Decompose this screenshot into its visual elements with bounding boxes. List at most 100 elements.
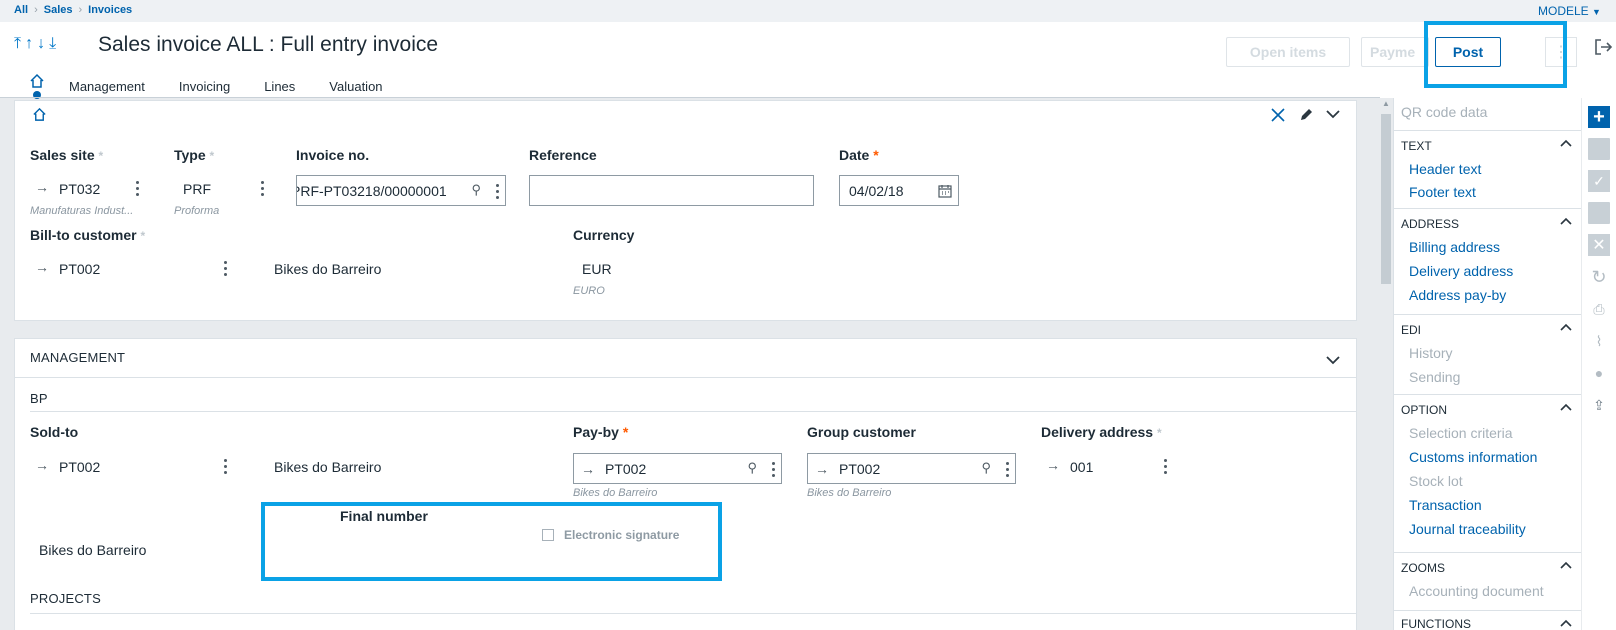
sold-to-menu-icon[interactable] — [223, 459, 227, 475]
previous-record-icon[interactable]: ↑ — [25, 35, 33, 53]
cancel-close-icon[interactable]: ✕ — [1588, 234, 1610, 256]
delivery-address-value[interactable]: 001 — [1070, 459, 1093, 475]
group-customer-label: Group customer — [807, 424, 916, 440]
more-actions-button[interactable]: ⋮ — [1545, 37, 1577, 67]
calendar-icon[interactable] — [938, 184, 952, 198]
top-bar: All › Sales › Invoices MODELE ▼ — [0, 0, 1616, 22]
arrow-right-icon: → — [35, 179, 49, 195]
tab-invoicing[interactable]: Invoicing — [179, 79, 230, 94]
post-button[interactable]: Post — [1435, 37, 1501, 67]
search-icon[interactable]: ⚲ — [747, 460, 757, 476]
chevron-up-icon[interactable] — [1560, 216, 1572, 226]
breadcrumb-sales[interactable]: Sales — [44, 4, 73, 16]
open-items-button[interactable]: Open items — [1226, 37, 1350, 67]
invoice-no-value: PRF-PT03218/00000001 — [296, 182, 447, 199]
link-transaction[interactable]: Transaction — [1409, 497, 1482, 513]
payment-button[interactable]: Payme — [1361, 37, 1429, 67]
type-label: Type * — [174, 147, 215, 163]
breadcrumb-separator-icon: › — [34, 4, 38, 16]
group-customer-field[interactable]: → PT002 ⚲ — [807, 453, 1016, 484]
invoice-no-field[interactable]: PRF-PT03218/00000001 ⚲ — [296, 175, 506, 206]
panel-section-text: TEXT Header text Footer text — [1394, 130, 1581, 208]
sales-site-menu-icon[interactable] — [135, 181, 139, 197]
breadcrumb-invoices[interactable]: Invoices — [88, 4, 132, 16]
electronic-signature-checkbox[interactable] — [542, 529, 554, 541]
group-customer-menu-icon[interactable] — [1005, 462, 1009, 478]
link-history: History — [1409, 345, 1453, 361]
qr-code-data-field[interactable]: QR code data — [1401, 104, 1487, 120]
bill-to-menu-icon[interactable] — [223, 261, 227, 277]
collapse-chevron-icon[interactable] — [1326, 109, 1340, 119]
arrow-right-icon: → — [581, 460, 595, 477]
refresh-icon[interactable]: ↻ — [1588, 266, 1610, 288]
scroll-up-icon[interactable]: ▲ — [1382, 99, 1390, 108]
chevron-up-icon[interactable] — [1560, 560, 1572, 570]
management-card: MANAGEMENT BP Sold-to → PT002 Bikes do B… — [14, 338, 1357, 630]
section-divider — [15, 377, 1356, 378]
link-footer-text[interactable]: Footer text — [1409, 184, 1476, 200]
tools-icon[interactable] — [1270, 107, 1286, 123]
link-header-text[interactable]: Header text — [1409, 161, 1481, 177]
last-record-icon[interactable]: ⤓ — [49, 35, 56, 53]
breadcrumb: All › Sales › Invoices — [14, 4, 132, 16]
next-record-icon[interactable]: ↓ — [37, 35, 45, 53]
type-value[interactable]: PRF — [183, 181, 211, 197]
invoice-no-menu-icon[interactable] — [495, 184, 499, 200]
folder-selector[interactable]: MODELE ▼ — [1538, 4, 1601, 18]
reference-label: Reference — [529, 147, 597, 163]
comment-icon[interactable]: ● — [1588, 362, 1610, 384]
chevron-up-icon[interactable] — [1560, 402, 1572, 412]
edit-pencil-icon[interactable] — [1298, 107, 1314, 123]
collapse-chevron-icon[interactable] — [1326, 355, 1340, 365]
invoice-header-card: Sales site * → PT032 Manufaturas Indust.… — [14, 100, 1357, 321]
search-icon[interactable]: ⚲ — [981, 460, 991, 476]
attachment-icon[interactable]: ⌇ — [1588, 330, 1610, 352]
link-delivery-address[interactable]: Delivery address — [1409, 263, 1513, 279]
save-icon[interactable] — [1588, 138, 1610, 160]
date-value: 04/02/18 — [849, 182, 904, 199]
share-export-icon[interactable]: ⇪ — [1588, 394, 1610, 416]
currency-value[interactable]: EUR — [582, 261, 612, 277]
panel-section-title: OPTION — [1401, 403, 1448, 417]
tab-valuation[interactable]: Valuation — [329, 79, 382, 94]
date-field[interactable]: 04/02/18 — [839, 175, 959, 206]
sales-site-value[interactable]: PT032 — [59, 181, 100, 197]
chevron-up-icon[interactable] — [1560, 138, 1572, 148]
home-tab-icon[interactable] — [29, 73, 45, 89]
validate-check-icon[interactable]: ✓ — [1588, 170, 1610, 192]
first-record-icon[interactable]: ⤒ — [14, 35, 21, 53]
type-menu-icon[interactable] — [260, 181, 264, 197]
tab-lines[interactable]: Lines — [264, 79, 295, 94]
folder-name: MODELE — [1538, 4, 1589, 18]
tab-management[interactable]: Management — [69, 79, 145, 94]
arrow-right-icon: → — [35, 457, 49, 473]
arrow-right-icon: → — [1046, 457, 1060, 473]
sold-to-name: Bikes do Barreiro — [274, 459, 382, 475]
reference-field[interactable] — [529, 175, 814, 206]
print-icon[interactable]: ⎙ — [1588, 298, 1610, 320]
chevron-up-icon[interactable] — [1560, 322, 1572, 332]
search-icon[interactable]: ⚲ — [471, 182, 481, 198]
pay-by-field[interactable]: → PT002 ⚲ — [573, 453, 782, 484]
scrollbar-thumb[interactable] — [1381, 114, 1391, 284]
link-address-pay-by[interactable]: Address pay-by — [1409, 287, 1506, 303]
exit-icon[interactable] — [1592, 36, 1614, 58]
chevron-up-icon[interactable] — [1560, 618, 1572, 628]
delete-trash-icon[interactable] — [1588, 202, 1610, 224]
main-scrollbar[interactable]: ▲ — [1380, 98, 1392, 630]
home-section-icon[interactable] — [32, 107, 47, 122]
link-journal-traceability[interactable]: Journal traceability — [1409, 521, 1526, 537]
page-header: ⤒ ↑ ↓ ⤓ Sales invoice ALL : Full entry i… — [0, 22, 1616, 99]
panel-section-functions: FUNCTIONS — [1394, 610, 1581, 630]
group-customer-description: Bikes do Barreiro — [807, 487, 892, 499]
pay-by-menu-icon[interactable] — [771, 462, 775, 478]
delivery-address-menu-icon[interactable] — [1163, 459, 1167, 475]
link-stock-lot: Stock lot — [1409, 473, 1463, 489]
sold-to-code[interactable]: PT002 — [59, 459, 100, 475]
bp-block-title: BP — [30, 391, 48, 406]
add-icon[interactable]: + — [1588, 106, 1610, 128]
link-billing-address[interactable]: Billing address — [1409, 239, 1500, 255]
link-customs-information[interactable]: Customs information — [1409, 449, 1537, 465]
bill-to-code[interactable]: PT002 — [59, 261, 100, 277]
breadcrumb-all[interactable]: All — [14, 4, 28, 16]
